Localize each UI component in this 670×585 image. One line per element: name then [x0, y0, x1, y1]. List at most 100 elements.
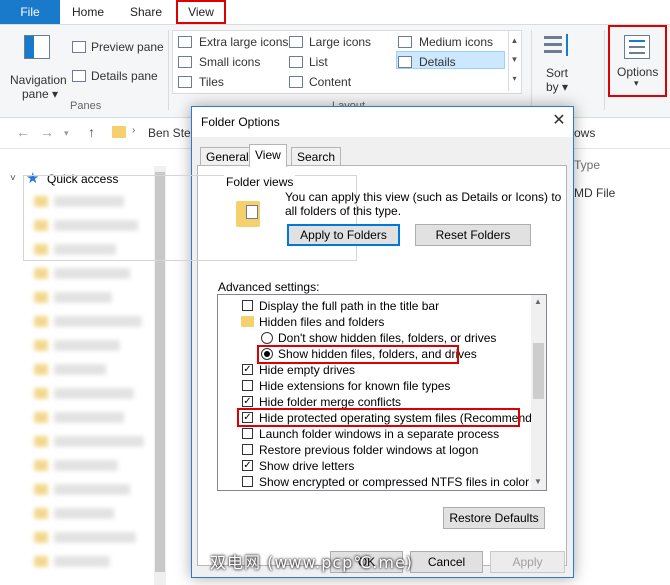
- dialog-title: Folder Options: [201, 115, 280, 129]
- folder-views-label: Folder views: [224, 175, 296, 189]
- layout-label: List: [309, 55, 328, 69]
- layout-label: Medium icons: [419, 35, 494, 49]
- address-path[interactable]: Ben Steg: [148, 126, 197, 140]
- preview-pane-icon: [72, 41, 86, 53]
- reset-folders-button[interactable]: Reset Folders: [415, 224, 531, 246]
- ribbon-separator: [531, 30, 532, 110]
- options-highlight: [608, 25, 667, 97]
- sort-by-icon: [544, 34, 570, 58]
- folder-icon: [241, 316, 254, 327]
- setting-label: Display the full path in the title bar: [259, 299, 440, 313]
- up-icon[interactable]: ↑: [88, 124, 95, 140]
- layout-label: Small icons: [199, 55, 261, 69]
- chevron-right-icon: ›: [132, 125, 136, 136]
- medium-icons-icon: [398, 36, 412, 48]
- layout-item-small-icons[interactable]: Small icons: [178, 54, 278, 70]
- sort-by-label-2: by ▾: [546, 80, 569, 94]
- tab-view-dialog[interactable]: View: [249, 144, 287, 167]
- apply-button[interactable]: Apply: [490, 551, 565, 573]
- layout-item-content[interactable]: Content: [289, 74, 389, 90]
- list-icon: [289, 56, 303, 68]
- radio-button[interactable]: [261, 332, 273, 344]
- sort-by-button[interactable]: Sort by ▾: [538, 30, 578, 94]
- folder-views-group: [23, 175, 357, 261]
- layout-gallery-scroll[interactable]: ▲ ▼ ▾: [508, 31, 520, 91]
- sort-by-label: Sort: [546, 66, 569, 80]
- checkbox-checked[interactable]: ✓: [242, 396, 253, 407]
- restore-defaults-button[interactable]: Restore Defaults: [443, 507, 545, 529]
- column-header-type[interactable]: Type: [574, 158, 600, 172]
- tab-search[interactable]: Search: [291, 147, 342, 166]
- setting-label: Hide extensions for known file types: [259, 379, 451, 393]
- details-pane-label: Details pane: [91, 69, 158, 83]
- small-icons-icon: [178, 56, 192, 68]
- setting-label: Show encrypted or compressed NTFS files …: [259, 475, 530, 489]
- checkbox[interactable]: [242, 380, 253, 391]
- layout-item-list[interactable]: List: [289, 54, 389, 70]
- scroll-down-icon[interactable]: ▼: [534, 477, 542, 486]
- dialog-title-bar: Folder Options ✕: [192, 107, 573, 137]
- file-type-value: MD File: [574, 186, 616, 200]
- layout-item-medium-icons[interactable]: Medium icons: [398, 34, 498, 50]
- tab-general[interactable]: General: [200, 147, 255, 166]
- layout-label: Large icons: [309, 35, 372, 49]
- extra-large-icons-icon: [178, 36, 192, 48]
- content-icon: [289, 76, 303, 88]
- close-icon[interactable]: ✕: [548, 110, 570, 132]
- preview-pane-label: Preview pane: [91, 40, 164, 54]
- tab-share[interactable]: Share: [118, 0, 174, 24]
- details-icon: [398, 56, 412, 68]
- preview-pane-button[interactable]: Preview pane: [72, 39, 167, 55]
- recent-locations-icon[interactable]: ▾: [64, 128, 69, 139]
- navigation-pane-button[interactable]: Navigation pane ▾: [6, 31, 68, 101]
- ribbon-tab-bar: File Home Share View: [0, 0, 670, 24]
- layout-label: Tiles: [199, 75, 224, 89]
- folder-views-icon: [236, 199, 262, 229]
- chevron-down-icon[interactable]: ˅: [10, 173, 16, 184]
- checkbox[interactable]: [242, 444, 253, 455]
- back-icon[interactable]: ←: [16, 124, 30, 140]
- folder-views-description: You can apply this view (such as Details…: [285, 190, 562, 204]
- navigation-pane-label-2: pane ▾: [22, 87, 59, 101]
- layout-item-tiles[interactable]: Tiles: [178, 74, 278, 90]
- checkbox[interactable]: [242, 428, 253, 439]
- advanced-settings-label: Advanced settings:: [218, 280, 320, 294]
- ribbon-separator: [168, 30, 169, 110]
- scroll-up-icon[interactable]: ▲: [534, 297, 542, 306]
- tab-home[interactable]: Home: [62, 0, 114, 24]
- advanced-settings-list[interactable]: Display the full path in the title bar H…: [217, 294, 547, 491]
- advanced-settings-scroll-thumb[interactable]: [533, 343, 544, 399]
- checkbox[interactable]: [242, 476, 253, 487]
- tab-file[interactable]: File: [0, 0, 60, 24]
- setting-label: Hide empty drives: [259, 363, 356, 377]
- folder-icon: [112, 126, 126, 138]
- tiles-icon: [178, 76, 192, 88]
- layout-label: Content: [309, 75, 352, 89]
- folder-views-description-2: all folders of this type.: [285, 204, 402, 218]
- setting-label: Launch folder windows in a separate proc…: [259, 427, 500, 441]
- navigation-pane-icon: [24, 35, 50, 59]
- layout-item-large-icons[interactable]: Large icons: [289, 34, 389, 50]
- cancel-button[interactable]: Cancel: [410, 551, 483, 573]
- checkbox-checked[interactable]: ✓: [242, 460, 253, 471]
- layout-label: Extra large icons: [199, 35, 289, 49]
- setting-label: Restore previous folder windows at logon: [259, 443, 479, 457]
- tab-view[interactable]: View: [176, 0, 226, 24]
- watermark: 双电网 (www.pcp℃.me): [210, 553, 414, 572]
- layout-item-details[interactable]: Details: [398, 54, 498, 70]
- setting-label: Show drive letters: [259, 459, 355, 473]
- details-pane-button[interactable]: Details pane: [72, 68, 167, 84]
- setting-label: Don't show hidden files, folders, or dri…: [278, 331, 497, 345]
- address-path-tail: ows: [574, 126, 596, 140]
- forward-icon[interactable]: →: [40, 124, 54, 140]
- layout-label: Details: [419, 55, 456, 69]
- apply-to-folders-button[interactable]: Apply to Folders: [287, 224, 400, 246]
- layout-item-extra-large-icons[interactable]: Extra large icons: [178, 34, 290, 50]
- details-pane-icon: [72, 70, 86, 82]
- large-icons-icon: [289, 36, 303, 48]
- ribbon-separator: [604, 30, 605, 110]
- panes-group-label: Panes: [70, 100, 102, 112]
- checkbox[interactable]: [242, 300, 253, 311]
- checkbox-checked[interactable]: ✓: [242, 364, 253, 375]
- setting-label: Hidden files and folders: [259, 315, 385, 329]
